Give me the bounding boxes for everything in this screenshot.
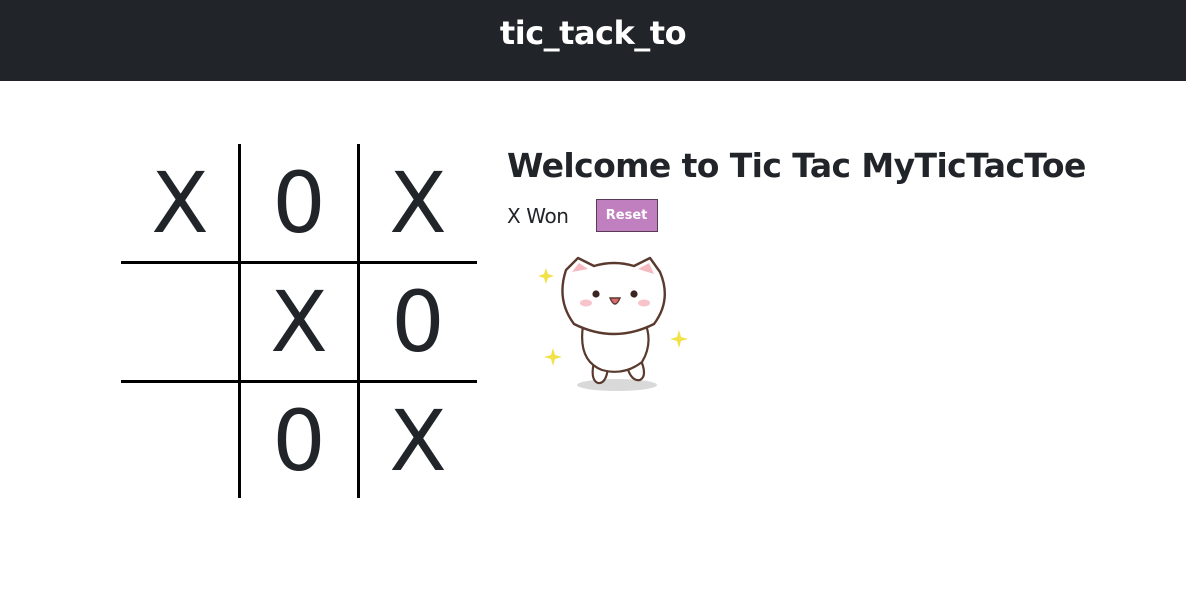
board-cell[interactable]: X [359,382,477,500]
board-cell[interactable]: 0 [240,382,358,500]
board-grid-line [357,144,360,498]
board-grid-line [121,261,477,264]
page-title: Welcome to Tic Tac MyTicTacToe [507,146,1086,185]
reset-button[interactable]: Reset [595,199,658,232]
board-cell[interactable] [121,382,239,500]
navbar-brand[interactable]: tic_tack_to [500,14,687,52]
board-cell[interactable]: 0 [359,263,477,381]
game-board: X 0 X X 0 0 X [121,144,477,498]
happy-cat-illustration [538,256,688,391]
board-cell[interactable]: 0 [240,144,358,262]
game-status: X Won [507,203,569,228]
board-grid-line [238,144,241,498]
board-grid-line [121,380,477,383]
board-cell[interactable]: X [240,263,358,381]
board-cell[interactable]: X [121,144,239,262]
navbar: tic_tack_to [0,0,1186,81]
status-row: X Won Reset [507,199,658,232]
info-panel: Welcome to Tic Tac MyTicTacToe [507,146,1086,185]
board-cell[interactable] [121,263,239,381]
board-cell[interactable]: X [359,144,477,262]
